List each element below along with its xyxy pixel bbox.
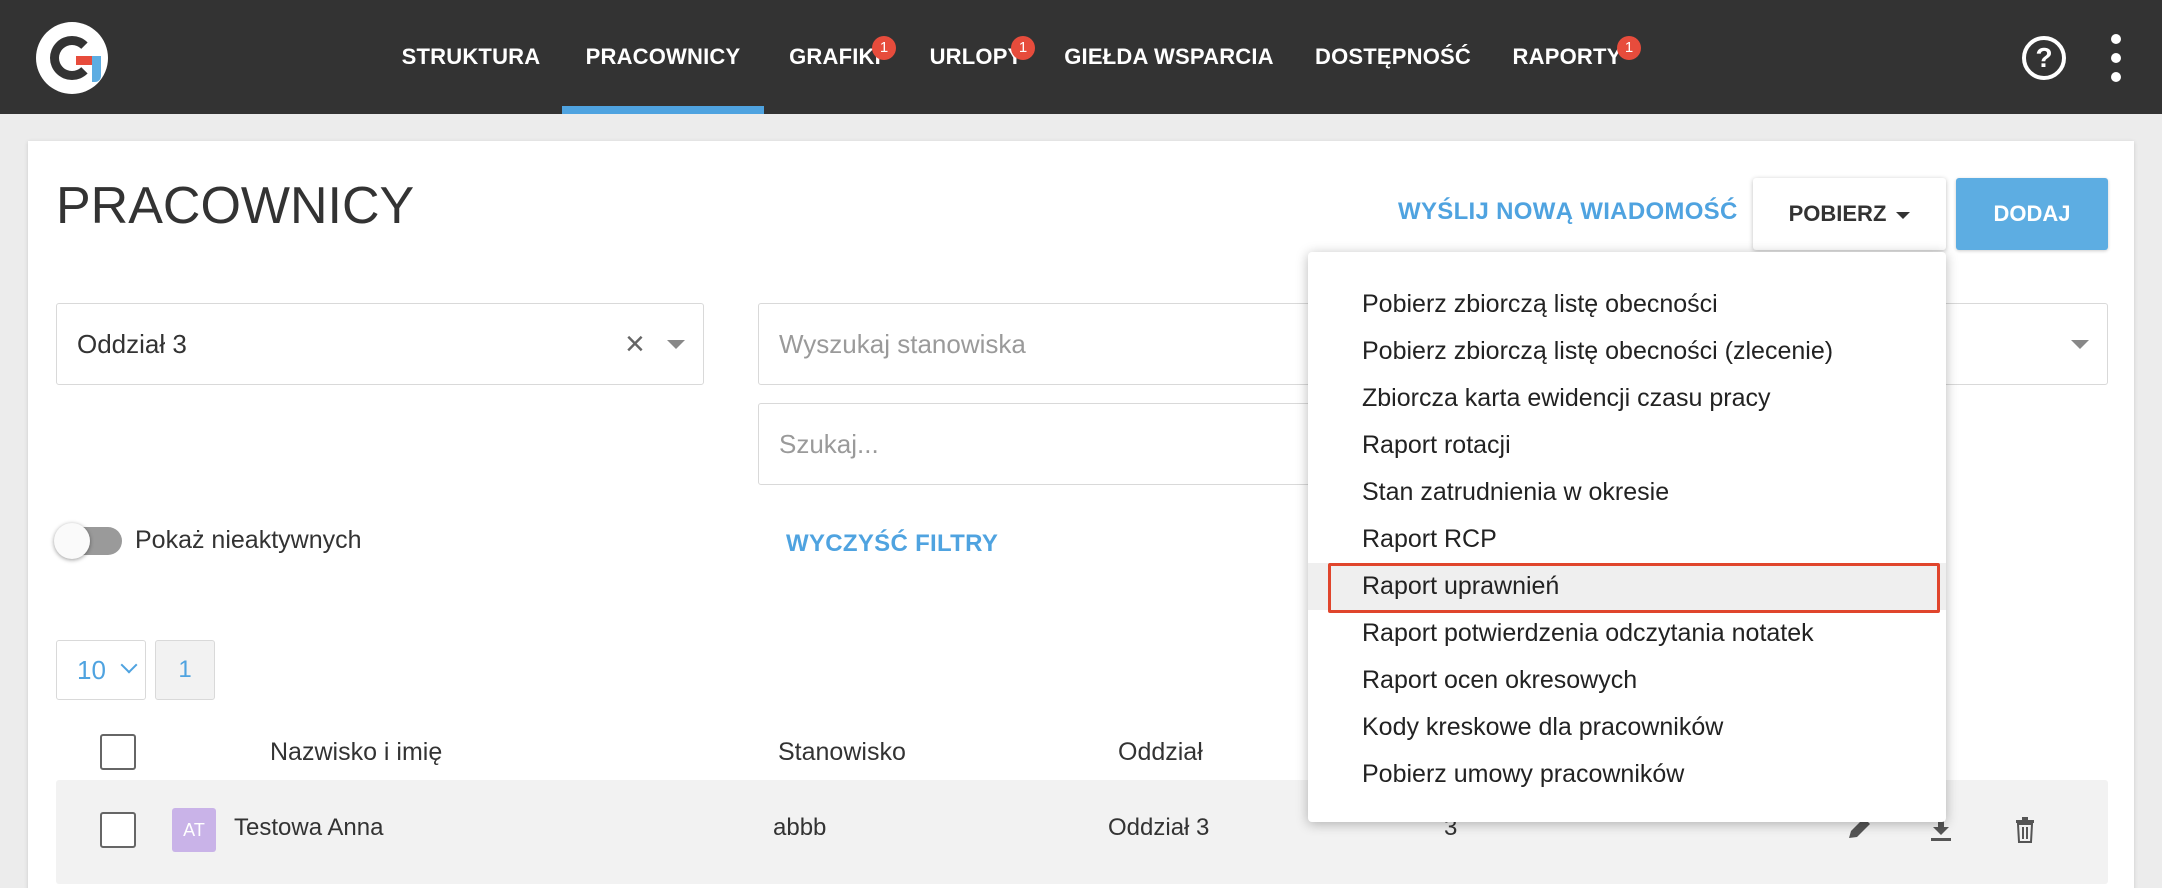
dropdown-item-employee-barcodes[interactable]: Kody kreskowe dla pracowników	[1308, 704, 1946, 751]
nav-item-pracownicy[interactable]: PRACOWNICY	[562, 0, 764, 114]
dropdown-arrow-icon[interactable]	[2071, 340, 2089, 349]
row-position: abbb	[773, 814, 827, 841]
dropdown-item-permissions-report[interactable]: Raport uprawnień	[1308, 563, 1946, 613]
urlopy-badge: 1	[1011, 36, 1035, 60]
kebab-menu-icon[interactable]	[2106, 34, 2126, 82]
dropdown-item-employment-state[interactable]: Stan zatrudnienia w okresie	[1308, 469, 1946, 516]
row-name[interactable]: Testowa Anna	[234, 814, 383, 842]
nav-item-dostepnosc[interactable]: DOSTĘPNOŚĆ	[1310, 0, 1476, 114]
page-title: PRACOWNICY	[56, 177, 415, 235]
page-number-button[interactable]: 1	[155, 640, 215, 700]
department-select[interactable]: Oddział 3 ×	[56, 303, 704, 385]
dropdown-item-rcp-report[interactable]: Raport RCP	[1308, 516, 1946, 563]
nav-item-gielda-wsparcia[interactable]: GIEŁDA WSPARCIA	[1060, 0, 1278, 114]
position-search-placeholder: Wyszukaj stanowiska	[779, 329, 1026, 359]
column-header-department[interactable]: Oddział	[1118, 738, 1203, 767]
dropdown-item-attendance-list-contract[interactable]: Pobierz zbiorczą listę obecności (zlecen…	[1308, 328, 1946, 375]
add-button[interactable]: DODAJ	[1956, 178, 2108, 250]
search-placeholder: Szukaj...	[779, 429, 879, 459]
department-select-value: Oddział 3	[77, 329, 187, 359]
clear-filters-link[interactable]: WYCZYŚĆ FILTRY	[786, 530, 998, 558]
nav-item-struktura[interactable]: STRUKTURA	[388, 0, 554, 114]
dropdown-item-periodic-review-report[interactable]: Raport ocen okresowych	[1308, 657, 1946, 704]
top-navbar: STRUKTURA PRACOWNICY GRAFIKI 1 URLOPY 1 …	[0, 0, 2162, 114]
caret-down-icon	[1896, 211, 1911, 219]
column-header-position[interactable]: Stanowisko	[778, 738, 906, 767]
grafiki-badge: 1	[872, 36, 896, 60]
clear-selection-icon[interactable]: ×	[625, 304, 645, 384]
show-inactive-label: Pokaż nieaktywnych	[135, 526, 362, 554]
dropdown-item-rotation-report[interactable]: Raport rotacji	[1308, 422, 1946, 469]
dropdown-item-time-record-card[interactable]: Zbiorcza karta ewidencji czasu pracy	[1308, 375, 1946, 422]
chevron-down-icon	[120, 656, 138, 674]
dropdown-item-attendance-list[interactable]: Pobierz zbiorczą listę obecności	[1308, 281, 1946, 328]
app-logo[interactable]	[36, 22, 108, 94]
row-department: Oddział 3	[1108, 814, 1210, 841]
help-icon[interactable]: ?	[2022, 36, 2066, 80]
raporty-badge: 1	[1617, 36, 1641, 60]
dropdown-item-notes-confirmation-report[interactable]: Raport potwierdzenia odczytania notatek	[1308, 610, 1946, 657]
send-message-link[interactable]: WYŚLIJ NOWĄ WIADOMOŚĆ	[1398, 198, 1738, 226]
row-checkbox[interactable]	[100, 812, 136, 848]
nav-item-raporty[interactable]: RAPORTY	[1512, 0, 1622, 114]
avatar: AT	[172, 808, 216, 852]
show-inactive-toggle[interactable]	[54, 523, 122, 559]
select-all-checkbox[interactable]	[100, 734, 136, 770]
column-header-name[interactable]: Nazwisko i imię	[270, 738, 442, 767]
page-size-select[interactable]: 10	[56, 640, 146, 700]
trash-icon[interactable]	[2010, 814, 2040, 844]
nav-item-urlopy[interactable]: URLOPY	[922, 0, 1030, 114]
dropdown-arrow-icon[interactable]	[667, 340, 685, 349]
dropdown-item-employee-contracts[interactable]: Pobierz umowy pracowników	[1308, 751, 1946, 798]
download-dropdown-menu: Pobierz zbiorczą listę obecności Pobierz…	[1308, 252, 1946, 822]
search-input[interactable]: Szukaj...	[758, 403, 1358, 485]
download-button[interactable]: POBIERZ	[1753, 178, 1946, 250]
